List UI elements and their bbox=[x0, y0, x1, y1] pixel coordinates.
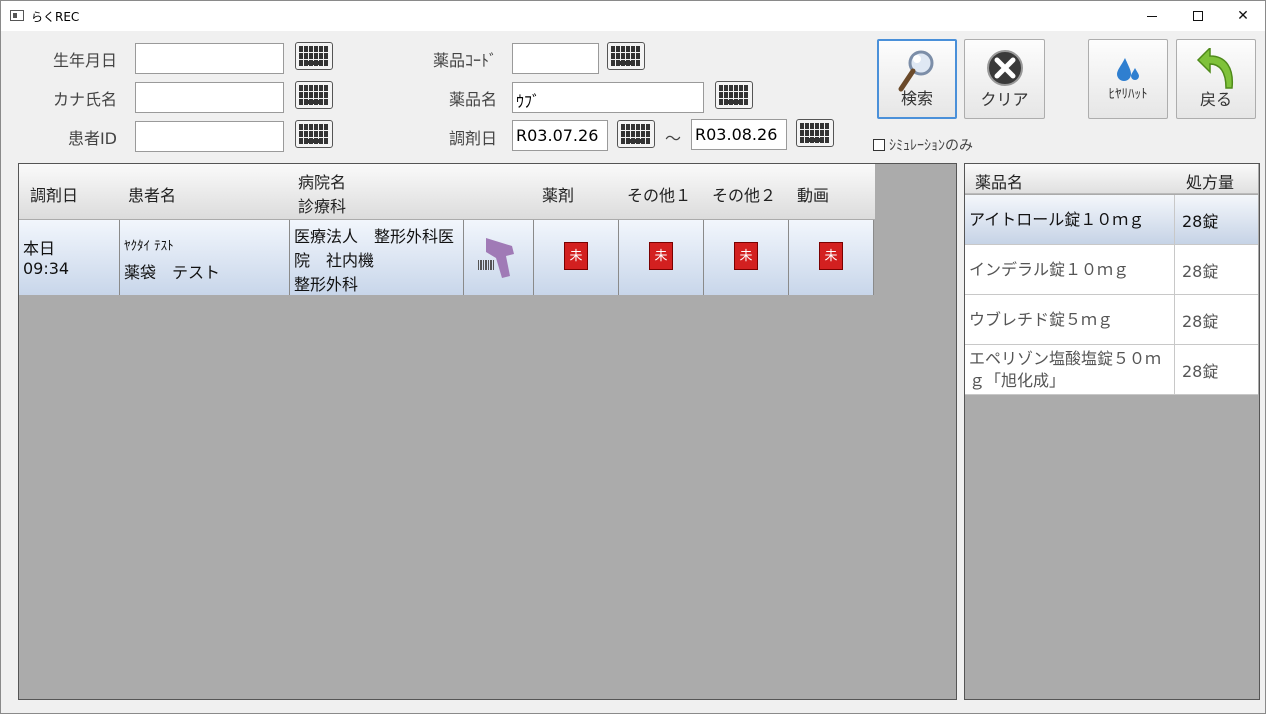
drug-name-keyboard-button[interactable] bbox=[715, 81, 753, 109]
simulation-only-checkbox[interactable] bbox=[873, 139, 885, 151]
header-quantity: 処方量 bbox=[1186, 173, 1235, 192]
status-badge[interactable]: 未 bbox=[734, 242, 758, 270]
records-grid: 調剤日 患者名 病院名 診療科 薬剤 その他１ その他２ 動画 本日 09:34… bbox=[18, 163, 957, 700]
table-row[interactable]: 本日 09:34 ﾔｸﾀｲ ﾃｽﾄ 薬袋 テスト 医療法人 整形外科医 院 社内… bbox=[19, 220, 875, 295]
drug-code-keyboard-button[interactable] bbox=[607, 42, 645, 70]
cell-drug-status[interactable]: 未 bbox=[534, 220, 619, 295]
simulation-only-label: ｼﾐｭﾚｰｼｮﾝのみ bbox=[889, 138, 973, 154]
drug-quantity: 28錠 bbox=[1182, 212, 1219, 231]
birthdate-keyboard-button[interactable] bbox=[295, 42, 333, 70]
status-badge[interactable]: 未 bbox=[649, 242, 673, 270]
drug-quantity: 28錠 bbox=[1182, 262, 1219, 281]
patient-id-label: 患者ID bbox=[67, 129, 117, 148]
app-icon bbox=[10, 10, 24, 21]
drug-name: ウブレチド錠５ｍｇ bbox=[969, 295, 1175, 345]
maximize-button[interactable] bbox=[1175, 1, 1221, 31]
header-other2: その他２ bbox=[712, 186, 777, 205]
search-button-label: 検索 bbox=[900, 89, 933, 108]
drug-list: 薬品名 処方量 アイトロール錠１０ｍｇ 28錠 インデラル錠１０ｍｇ 28錠 ウ… bbox=[964, 163, 1260, 700]
status-badge[interactable]: 未 bbox=[819, 242, 843, 270]
kana-name-input[interactable] bbox=[135, 82, 284, 113]
kana-name-keyboard-button[interactable] bbox=[295, 81, 333, 109]
close-button[interactable]: ✕ bbox=[1220, 1, 1266, 31]
kana-name-label: カナ氏名 bbox=[52, 90, 117, 109]
title-bar: らくREC ✕ bbox=[1, 1, 1265, 31]
cell-video-status[interactable]: 未 bbox=[789, 220, 874, 295]
drug-list-header: 薬品名 処方量 bbox=[965, 164, 1258, 194]
date-to-keyboard-button[interactable] bbox=[796, 119, 834, 147]
search-button[interactable]: 検索 bbox=[877, 39, 957, 119]
window-title: らくREC bbox=[31, 10, 80, 24]
list-item[interactable]: アイトロール錠１０ｍｇ 28錠 bbox=[965, 195, 1258, 245]
cell-other2-status[interactable]: 未 bbox=[704, 220, 789, 295]
drug-code-input[interactable] bbox=[512, 43, 599, 74]
back-button-label: 戻る bbox=[1199, 90, 1232, 109]
hiyari-hatto-button[interactable]: ﾋﾔﾘﾊｯﾄ bbox=[1088, 39, 1168, 119]
clear-button-label: クリア bbox=[980, 90, 1029, 109]
drug-name: インデラル錠１０ｍｇ bbox=[969, 245, 1175, 295]
drug-quantity: 28錠 bbox=[1182, 362, 1219, 381]
header-patient-name: 患者名 bbox=[128, 186, 177, 205]
header-other1: その他１ bbox=[627, 186, 692, 205]
drug-name: アイトロール錠１０ｍｇ bbox=[969, 195, 1175, 245]
cell-hospital: 医療法人 整形外科医 院 社内機 整形外科 bbox=[290, 220, 464, 295]
birthdate-label: 生年月日 bbox=[52, 51, 117, 70]
header-hospital-name: 病院名 bbox=[298, 173, 347, 192]
header-video: 動画 bbox=[797, 186, 830, 205]
back-button[interactable]: 戻る bbox=[1176, 39, 1256, 119]
minimize-icon bbox=[1147, 15, 1157, 17]
cell-dispense-date: 本日 09:34 bbox=[19, 220, 120, 295]
maximize-icon bbox=[1193, 11, 1203, 21]
water-drop-icon bbox=[1117, 58, 1139, 81]
drug-quantity: 28錠 bbox=[1182, 312, 1219, 331]
hiyari-hatto-button-label: ﾋﾔﾘﾊｯﾄ bbox=[1108, 87, 1148, 102]
cell-scanner[interactable] bbox=[464, 220, 534, 295]
status-badge[interactable]: 未 bbox=[564, 242, 588, 270]
birthdate-input[interactable] bbox=[135, 43, 284, 74]
header-drug: 薬剤 bbox=[542, 186, 575, 205]
date-from-input[interactable]: R03.07.26 bbox=[512, 120, 608, 151]
close-icon: ✕ bbox=[1237, 8, 1249, 24]
clear-button[interactable]: クリア bbox=[964, 39, 1045, 119]
patient-id-keyboard-button[interactable] bbox=[295, 120, 333, 148]
list-item[interactable]: エペリゾン塩酸塩錠５０ｍｇ「旭化成」 28錠 bbox=[965, 345, 1258, 395]
header-dispense-date: 調剤日 bbox=[30, 186, 79, 205]
list-item[interactable]: ウブレチド錠５ｍｇ 28錠 bbox=[965, 295, 1258, 345]
date-range-separator: ～ bbox=[664, 129, 681, 148]
simulation-only-option[interactable]: ｼﾐｭﾚｰｼｮﾝのみ bbox=[873, 135, 973, 155]
header-drug-name: 薬品名 bbox=[975, 173, 1024, 192]
cell-patient-name: ﾔｸﾀｲ ﾃｽﾄ 薬袋 テスト bbox=[120, 220, 290, 295]
drug-code-label: 薬品ｺｰﾄﾞ bbox=[432, 51, 497, 70]
drug-name: エペリゾン塩酸塩錠５０ｍｇ「旭化成」 bbox=[969, 345, 1175, 395]
back-arrow-icon bbox=[1196, 48, 1234, 89]
cell-other1-status[interactable]: 未 bbox=[619, 220, 704, 295]
header-department: 診療科 bbox=[298, 197, 347, 216]
clear-x-icon bbox=[986, 50, 1023, 86]
patient-id-input[interactable] bbox=[135, 121, 284, 152]
app-window: らくREC ✕ 生年月日 カナ氏名 患者ID 薬品ｺｰﾄﾞ 薬品名 ｳﾌﾞ 調剤… bbox=[0, 0, 1266, 714]
list-item[interactable]: インデラル錠１０ｍｇ 28錠 bbox=[965, 245, 1258, 295]
date-to-input[interactable]: R03.08.26 bbox=[691, 119, 787, 150]
records-grid-header: 調剤日 患者名 病院名 診療科 薬剤 その他１ その他２ 動画 bbox=[19, 164, 875, 219]
dispense-date-label: 調剤日 bbox=[448, 129, 497, 148]
minimize-button[interactable] bbox=[1129, 1, 1175, 31]
drug-name-input[interactable]: ｳﾌﾞ bbox=[512, 82, 704, 113]
barcode-scanner-icon bbox=[478, 238, 514, 278]
date-from-keyboard-button[interactable] bbox=[617, 120, 655, 148]
drug-name-label: 薬品名 bbox=[448, 90, 497, 109]
